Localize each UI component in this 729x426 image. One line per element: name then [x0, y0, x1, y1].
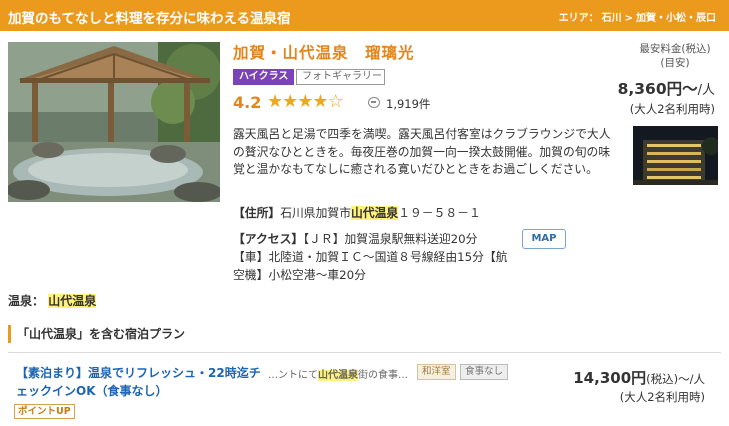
plan-snippet-highlight: 山代温泉 [318, 370, 358, 381]
access-line: 【アクセス】【ＪＲ】加賀温泉駅無料送迎20分 [233, 230, 477, 247]
star-icon: ★ [297, 91, 314, 112]
plan-price-note: (大人2名利用時) [619, 390, 705, 404]
plan-title-link[interactable]: 【素泊まり】温泉でリフレッシュ・22時迄チェックインOK（食事なし） [16, 364, 261, 400]
star-icon: ★ [312, 91, 329, 112]
meal-tag: 食事なし [460, 364, 509, 380]
plan-price-suffix: (税込)～/人 [646, 372, 705, 386]
hotel-catchcopy: 加賀のもてなしと料理を存分に味わえる温泉宿 [8, 11, 291, 27]
high-class-badge: ハイクラス [233, 69, 295, 85]
car-line-2: 空機】小松空港～車20分 [233, 268, 366, 282]
price-note: (大人2名利用時) [629, 102, 715, 116]
plans-section-heading: 「山代温泉」を含む宿泊プラン [8, 325, 185, 343]
onsen-value-link[interactable]: 山代温泉 [48, 294, 97, 308]
price-label-estimate: (目安) [660, 57, 690, 69]
star-icon: ★ [267, 91, 284, 112]
review-count-link[interactable]: 1,919件 [386, 96, 430, 112]
address-line: 【住所】石川県加賀市山代温泉１９－５８－１ [233, 204, 481, 221]
address-prefix: 石川県加賀市 [280, 206, 351, 220]
access-text: 【ＪＲ】加賀温泉駅無料送迎20分 [303, 232, 478, 246]
hotel-description: 露天風呂と足湯で四季を満喫。露天風呂付客室はクラブラウンジで大人の贅沢なひととき… [233, 127, 611, 176]
price-label-tax: 最安料金(税込) [639, 43, 711, 55]
breadcrumb-label: エリア： [558, 13, 599, 24]
room-type-tag: 和洋室 [417, 364, 456, 380]
onsen-label: 温泉： [8, 294, 45, 308]
star-icon: ☆ [327, 91, 344, 112]
header-bar: 加賀のもてなしと料理を存分に味わえる温泉宿 エリア： 石川 > 加賀・小松・辰口 [0, 0, 729, 31]
plan-snippet-prefix: …ントにて [268, 370, 318, 381]
lowest-price-unit: /人 [697, 83, 715, 98]
breadcrumb-separator: > [624, 13, 633, 24]
plan-price: 14,300円(税込)～/人 [573, 367, 705, 388]
plan-snippet: …ントにて山代温泉街の食事… [268, 366, 408, 381]
rating-score: 4.2 [233, 93, 262, 112]
map-button[interactable]: MAP [522, 229, 566, 249]
onsen-row: 温泉： 山代温泉 [8, 292, 97, 309]
lowest-price: 8,360円～/人 [618, 77, 715, 99]
lowest-price-amount: 8,360円～ [617, 80, 698, 98]
photo-gallery-button[interactable]: フォトギャラリー [296, 69, 385, 85]
address-suffix: １９－５８－１ [398, 206, 481, 220]
star-icon: ★ [282, 91, 299, 112]
address-label: 【住所】 [233, 206, 281, 220]
access-label: 【アクセス】 [233, 232, 304, 246]
area-breadcrumb: エリア： 石川 > 加賀・小松・辰口 [559, 9, 719, 24]
point-up-badge: ポイントUP [14, 404, 75, 419]
price-label: 最安料金(税込) (目安) [635, 42, 715, 70]
section-divider [8, 352, 721, 353]
breadcrumb-area[interactable]: 加賀・小松・辰口 [636, 13, 716, 24]
plan-snippet-suffix: 街の食事… [358, 370, 408, 381]
rating-stars: ★★★★☆ [267, 91, 344, 112]
breadcrumb-prefecture[interactable]: 石川 [602, 13, 622, 24]
hotel-exterior-thumbnail[interactable] [633, 126, 718, 185]
hotel-main-photo[interactable] [8, 42, 220, 202]
plan-price-amount: 14,300円 [573, 369, 647, 387]
hotel-name[interactable]: 加賀・山代温泉 瑠璃光 [233, 41, 415, 63]
address-onsen-highlight: 山代温泉 [351, 206, 399, 220]
car-line-1: 【車】北陸道・加賀ＩＣ～国道８号線経由15分【航 [233, 250, 508, 264]
review-bubble-icon [368, 97, 380, 108]
